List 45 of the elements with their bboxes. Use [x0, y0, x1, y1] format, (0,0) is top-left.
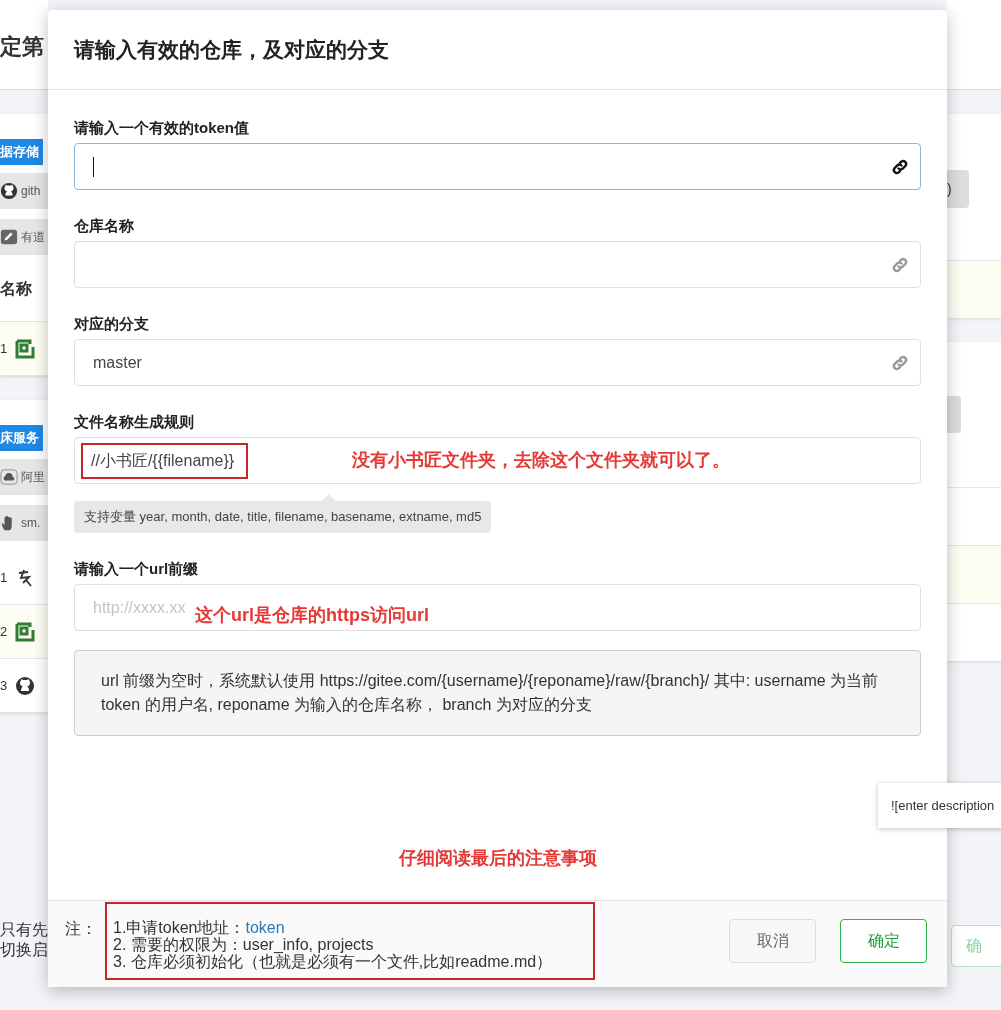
input-field[interactable]: //小书匠/{{filename}} 没有小书匠文件夹，去除这个文件夹就可以了。: [74, 437, 921, 484]
info-text: url 前缀为空时，系统默认使用 https://gitee.com/{username}/{reponame}/raw/{branch}/ 其中: username 为当前 token 的用户名, reponame 为输入的仓库名称， branch 为对应的分支: [74, 650, 921, 736]
option-row[interactable]: sm.: [0, 505, 48, 541]
annotation-text: 仔细阅读最后的注意事项: [398, 847, 597, 870]
note-text: 3. 仓库必须初始化（也就是必须有一个文件,比如readme.md）: [113, 953, 554, 970]
row-index: 2: [0, 624, 8, 639]
page-title: 定第: [0, 0, 48, 90]
row-index: 1: [0, 341, 8, 356]
footer-text: 只有先: [0, 920, 48, 940]
option-row[interactable]: 阿里: [0, 459, 48, 495]
cancel-button[interactable]: 取消: [729, 919, 816, 963]
input-field[interactable]: [74, 143, 921, 190]
annotation-text: 没有小书匠文件夹，去除这个文件夹就可以了。: [352, 449, 730, 472]
field-label: 请输入一个url前缀: [74, 559, 200, 579]
option-pill: ): [947, 170, 969, 208]
field-label: 对应的分支: [74, 314, 150, 334]
option-row[interactable]: 有道: [0, 219, 48, 255]
notes-label: 注：: [65, 919, 97, 939]
token-link[interactable]: token: [245, 919, 285, 936]
dialog-title: 请输入有效的仓库，及对应的分支: [74, 36, 389, 63]
field-label: 请输入一个有效的token值: [74, 118, 250, 138]
row-index: 3: [0, 678, 8, 693]
input-field[interactable]: master: [74, 339, 921, 386]
github-cat-icon: [15, 675, 36, 696]
pencil-icon: [0, 228, 18, 246]
confirm-button[interactable]: 确定: [840, 919, 927, 963]
field-label: 文件名称生成规则: [74, 412, 195, 432]
input-field[interactable]: [74, 241, 921, 288]
note-text: 2. 需要的权限为：user_info, projects: [113, 936, 375, 953]
cloud-icon: [0, 468, 18, 486]
option-pill: [947, 396, 961, 433]
hint-tooltip: 支持变量 year, month, date, title, filename, basename, extname, md5: [74, 501, 492, 533]
input-field[interactable]: http://xxxx.xx 这个url是仓库的https访问url: [74, 584, 921, 631]
footer-text: 切换启: [0, 940, 48, 960]
annotation-text: 这个url是仓库的https访问url: [195, 604, 429, 627]
github-cat-icon: [0, 182, 18, 200]
field-label: 仓库名称: [74, 216, 135, 236]
row-index: 1: [0, 570, 8, 585]
square-spiral-icon: [15, 338, 36, 359]
square-spiral-icon: [15, 621, 36, 642]
section-tag: 据存储: [0, 139, 43, 165]
tooltip: ![enter description: [878, 783, 1001, 828]
option-row[interactable]: gith: [0, 173, 48, 209]
section-tag: 床服务: [0, 425, 43, 451]
note-text: 1.申请token地址：token: [113, 919, 286, 936]
